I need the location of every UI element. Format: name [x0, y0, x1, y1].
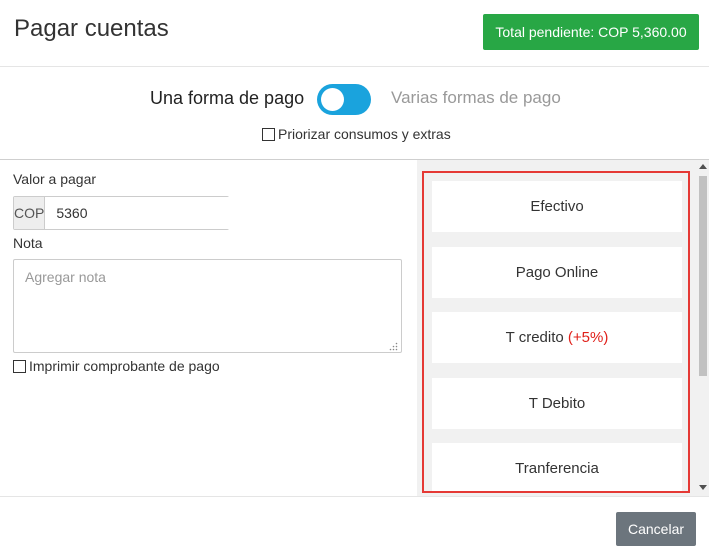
method-efectivo[interactable]: Efectivo	[432, 181, 682, 232]
scroll-down-icon[interactable]	[699, 485, 707, 490]
method-label: Efectivo	[530, 198, 584, 215]
payment-methods-pane: Efectivo Pago Online T credito (+5%) T D…	[417, 160, 709, 496]
amount-label: Valor a pagar	[13, 171, 97, 187]
resize-grip-icon[interactable]	[389, 342, 398, 351]
method-pago-online[interactable]: Pago Online	[432, 247, 682, 298]
payment-mode-toggle[interactable]	[317, 84, 371, 115]
total-pending-badge: Total pendiente: COP 5,360.00	[483, 14, 699, 50]
method-t-credito[interactable]: T credito (+5%)	[432, 312, 682, 363]
method-label: T Debito	[528, 395, 586, 412]
footer-divider	[0, 496, 709, 497]
methods-scrollbar[interactable]	[697, 160, 709, 496]
method-label: T credito	[505, 329, 564, 346]
method-label: Pago Online	[515, 264, 599, 281]
scroll-thumb[interactable]	[699, 176, 707, 376]
payment-methods-list: Efectivo Pago Online T credito (+5%) T D…	[422, 171, 690, 493]
cancel-button[interactable]: Cancelar	[616, 512, 696, 546]
print-receipt-option[interactable]: Imprimir comprobante de pago	[13, 358, 220, 374]
scroll-up-icon[interactable]	[699, 164, 707, 169]
note-textarea[interactable]	[13, 259, 402, 353]
print-receipt-checkbox[interactable]	[13, 359, 26, 373]
print-receipt-label: Imprimir comprobante de pago	[29, 358, 220, 374]
amount-input[interactable]	[45, 197, 238, 229]
prioritize-label: Priorizar consumos y extras	[278, 126, 451, 142]
page-title: Pagar cuentas	[14, 15, 169, 42]
payment-form: Valor a pagar COP Nota Imprimir comproba…	[0, 160, 417, 496]
payment-mode-row: Una forma de pago Varias formas de pago	[0, 82, 709, 116]
currency-addon: COP	[14, 197, 46, 229]
modal-header: Pagar cuentas Total pendiente: COP 5,360…	[0, 0, 709, 67]
single-payment-label: Una forma de pago	[150, 88, 305, 108]
method-label: Tranferencia	[515, 460, 599, 477]
method-transferencia[interactable]: Tranferencia	[432, 443, 682, 491]
surcharge-label: (+5%)	[567, 329, 609, 346]
prioritize-option[interactable]: Priorizar consumos y extras	[262, 126, 451, 142]
toggle-knob	[321, 88, 344, 111]
method-t-debito[interactable]: T Debito	[432, 378, 682, 429]
prioritize-checkbox[interactable]	[262, 127, 275, 141]
multiple-payment-label: Varias formas de pago	[391, 88, 561, 107]
note-label: Nota	[13, 235, 43, 251]
amount-input-group: COP	[13, 196, 238, 230]
